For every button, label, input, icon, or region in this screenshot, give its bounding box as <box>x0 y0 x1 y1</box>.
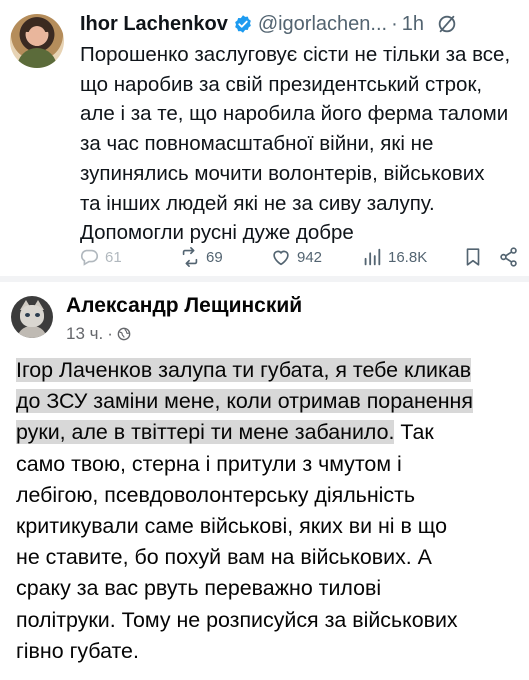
verified-badge-icon <box>233 14 253 34</box>
post-text-line: Ігор Лаченков залупа ти губата, я тебе к… <box>16 355 526 386</box>
tweet-text-line: зупинялись мочити волонтерів, військових <box>80 161 485 185</box>
post-text-line: гівно губате. <box>16 638 139 663</box>
globe-icon <box>117 327 131 341</box>
like-count: 942 <box>297 248 323 266</box>
bookmark-icon[interactable] <box>462 244 484 270</box>
post-author-avatar[interactable] <box>11 296 53 338</box>
post-text-line: лебігою, псевдоволонтерську діяльність <box>16 482 416 507</box>
tweet-card: Ihor Lachenkov @igorlachen... · 1h Порош… <box>0 0 529 276</box>
avatar-cat-body <box>17 326 47 338</box>
views-count: 16.8K <box>388 248 428 266</box>
highlighted-text: Ігор Лаченков залупа ти губата, я тебе к… <box>16 358 472 382</box>
tweet-text: Порошенко заслуговує сісти не тільки за … <box>80 40 520 248</box>
post-text-line: до ЗСУ заміни мене, коли отримав поранен… <box>16 386 526 417</box>
reply-button[interactable]: 61 <box>78 244 122 270</box>
avatar-cat-head <box>20 305 44 327</box>
like-button[interactable]: 942 <box>270 244 322 270</box>
reply-icon <box>80 249 98 266</box>
grok-icon[interactable] <box>436 13 458 35</box>
post-text-line: не ставите, бо похуй вам на військових. … <box>16 545 432 570</box>
tweet-timestamp[interactable]: 1h <box>402 13 424 36</box>
avatar-cat-eye <box>25 313 30 317</box>
tweet-text-line: Порошенко заслуговує сісти не тільки за … <box>80 43 511 66</box>
post-text-line: руки, але в твіттері ти мене забанило. Т… <box>16 417 526 448</box>
post-text-line: політруки. Тому не розписуйся за військо… <box>16 607 458 632</box>
highlighted-text: до ЗСУ заміни мене, коли отримав поранен… <box>16 389 473 414</box>
retweet-icon <box>182 247 198 267</box>
tweet-action-bar: 61 69 942 16.8K <box>78 244 520 270</box>
tweet-text-line: за час повномасштабної війни, які не <box>80 132 434 156</box>
avatar-shirt <box>17 48 57 68</box>
post-author-name[interactable]: Александр Лещинский <box>66 294 302 318</box>
avatar-face <box>28 26 46 46</box>
meta-separator: · <box>107 324 113 343</box>
retweet-count: 69 <box>206 248 223 266</box>
header-separator: · <box>391 12 398 35</box>
views-button[interactable]: 16.8K <box>361 244 427 270</box>
post-text-line: сраку за вас рвуть переважно тилові <box>16 576 382 601</box>
views-icon <box>364 248 381 266</box>
post-timestamp[interactable]: 13 ч. <box>66 324 103 344</box>
tweet-text-line: та інших людей які не за сиву залупу. <box>80 191 435 215</box>
facebook-post: Александр Лещинский 13 ч. · Ігор Лаченко… <box>0 282 529 680</box>
tweet-author-handle[interactable]: @igorlachen... <box>258 13 387 36</box>
post-text: Ігор Лаченков залупа ти губата, я тебе к… <box>16 355 526 667</box>
tweet-text-line: що наробив за свій президентський строк, <box>80 72 483 96</box>
avatar-cat-eye <box>35 313 40 317</box>
share-icon[interactable] <box>498 244 520 270</box>
tweet-text-line: але і за те, що наробила його ферма тало… <box>80 102 509 126</box>
highlighted-text: руки, але в твіттері ти мене забанило. <box>16 420 395 445</box>
retweet-button[interactable]: 69 <box>179 244 223 270</box>
tweet-author-name[interactable]: Ihor Lachenkov <box>80 13 228 36</box>
reply-count: 61 <box>105 248 122 266</box>
post-text-line: само твою, стерна і притули з чмутом і <box>16 451 402 476</box>
post-meta: 13 ч. · <box>66 324 131 344</box>
like-icon <box>273 250 289 266</box>
tweet-author-avatar[interactable] <box>10 14 64 68</box>
post-text-fragment: Так <box>394 420 434 445</box>
post-text-line: критикували саме військові, яких ви ні в… <box>16 514 448 539</box>
tweet-header: Ihor Lachenkov @igorlachen... · 1h <box>80 12 458 36</box>
